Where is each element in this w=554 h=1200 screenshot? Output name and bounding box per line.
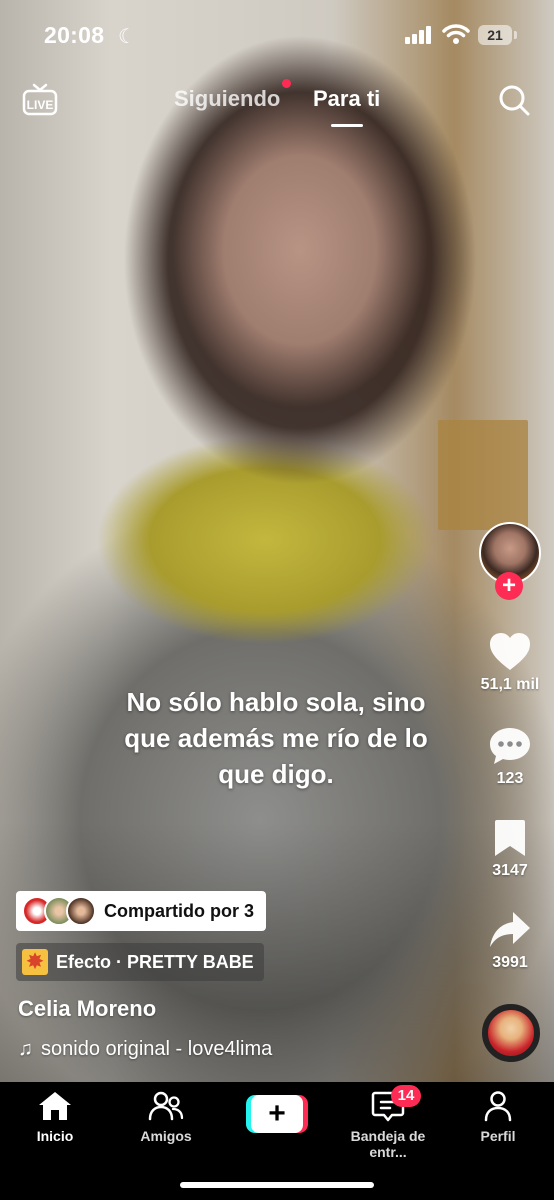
share-button[interactable]: 3991 — [475, 910, 545, 972]
battery-icon: 21 — [478, 25, 512, 45]
tab-para-ti[interactable]: Para ti — [313, 86, 380, 112]
nav-inbox-label: Bandeja de entr... — [350, 1128, 426, 1160]
feed-tabs: Siguiendo Para ti — [0, 86, 554, 126]
active-tab-indicator — [331, 124, 363, 127]
friends-icon — [148, 1091, 184, 1121]
friend-avatar — [66, 896, 96, 926]
cellular-signal-icon — [405, 26, 433, 44]
profile-icon — [484, 1091, 512, 1122]
follow-plus-button[interactable]: + — [495, 572, 523, 600]
moon-icon: ☾ — [118, 26, 136, 48]
nav-inbox[interactable]: Bandeja de entr... — [333, 1090, 443, 1160]
comment-count: 123 — [496, 770, 524, 787]
sound-label: sonido original - love4lima — [41, 1038, 273, 1060]
following-notification-dot — [282, 79, 291, 88]
plus-icon: + — [251, 1095, 303, 1133]
effect-label: Efecto · PRETTY BABE — [56, 951, 254, 972]
nav-home-label: Inicio — [36, 1128, 74, 1144]
search-icon[interactable] — [498, 84, 530, 116]
nav-friends-label: Amigos — [140, 1128, 192, 1144]
comment-icon — [490, 728, 530, 764]
tiktok-feed-screen: 20:08 ☾ 21 LIVE Siguiendo Para ti No sól… — [0, 0, 554, 1200]
home-indicator — [180, 1182, 374, 1188]
inbox-badge: 14 — [391, 1085, 421, 1107]
home-icon — [39, 1092, 71, 1120]
battery-tip — [514, 31, 517, 39]
nav-home[interactable]: Inicio — [0, 1090, 110, 1144]
comment-button[interactable]: 123 — [475, 726, 545, 788]
effect-icon: ✸ — [22, 949, 48, 975]
share-count: 3991 — [492, 954, 528, 971]
shared-by-pill[interactable]: Compartido por 3 — [16, 891, 267, 931]
music-note-icon: ♫ — [18, 1038, 33, 1060]
bookmark-button[interactable]: 3147 — [475, 818, 545, 880]
sound-link[interactable]: ♫ sonido original - love4lima — [18, 1038, 272, 1061]
status-bar: 20:08 ☾ 21 — [0, 0, 554, 70]
creator-avatar[interactable]: + — [479, 522, 541, 600]
share-icon — [490, 912, 530, 947]
create-button[interactable]: + — [246, 1095, 308, 1133]
status-time: 20:08 — [44, 22, 105, 48]
tab-siguiendo[interactable]: Siguiendo — [174, 86, 280, 112]
nav-profile-label: Perfil — [480, 1128, 516, 1144]
nav-friends[interactable]: Amigos — [111, 1090, 221, 1144]
background-door — [438, 420, 528, 530]
heart-icon — [490, 633, 530, 670]
music-disc-icon[interactable] — [482, 1004, 540, 1062]
video-caption: No sólo hablo sola, sino que además me r… — [124, 687, 428, 789]
like-count: 51,1 mil — [480, 676, 540, 693]
bookmark-icon — [495, 820, 525, 856]
effect-pill[interactable]: ✸ Efecto · PRETTY BABE — [16, 943, 264, 981]
shared-by-label: Compartido por 3 — [104, 900, 255, 921]
wifi-icon — [442, 24, 470, 44]
like-button[interactable]: 51,1 mil — [475, 632, 545, 694]
bookmark-count: 3147 — [492, 862, 528, 879]
nav-profile[interactable]: Perfil — [443, 1090, 553, 1144]
creator-username[interactable]: Celia Moreno — [18, 996, 156, 1022]
